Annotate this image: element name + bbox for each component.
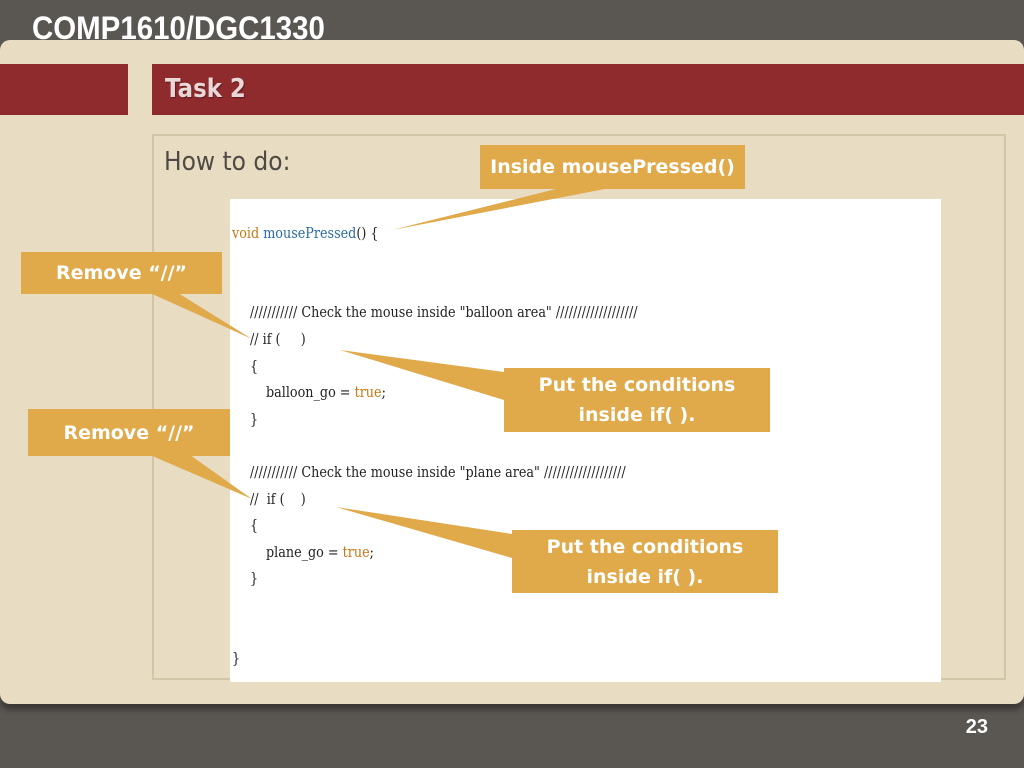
callout-text: Inside mousePressed() [490,156,735,178]
callout-remove-comment-1: Remove “//” [21,252,222,294]
callout-put-conditions-2: Put the conditions inside if( ). [512,530,778,593]
pointer-remove-1 [150,293,252,339]
page-number: 23 [965,716,988,738]
callout-text: inside if( ). [586,565,704,588]
callout-text: Remove “//” [55,262,188,284]
pointer-conditions-1 [340,350,504,400]
callout-text: Put the conditions [546,535,744,558]
pointer-conditions-2 [336,507,512,558]
callout-remove-comment-2: Remove “//” [28,409,230,456]
callout-inside-mousepressed: Inside mousePressed() [480,145,745,189]
callout-put-conditions-1: Put the conditions inside if( ). [504,368,770,432]
pointer-remove-2 [150,455,252,499]
callout-text: inside if( ). [578,404,696,426]
pointer-inside-mousepressed [392,188,610,230]
callout-text: Remove “//” [63,421,195,444]
callout-text: Put the conditions [538,374,736,396]
